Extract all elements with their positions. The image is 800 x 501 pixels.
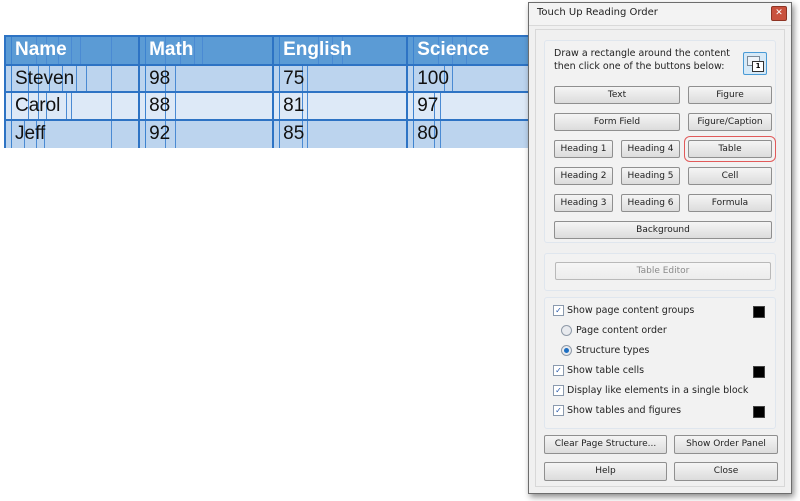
table-header-row: Name Math English Science (6, 37, 542, 64)
table-cell[interactable]: 97 (408, 93, 542, 121)
radio-unselected-icon[interactable] (561, 325, 572, 336)
tag-buttons-group: Draw a rectangle around the content then… (544, 40, 776, 243)
checkbox-checked-icon[interactable]: ✓ (553, 385, 564, 396)
show-tables-figures-option[interactable]: ✓ Show tables and figures (553, 405, 681, 416)
figure-button[interactable]: Figure (688, 86, 772, 104)
checkbox-checked-icon[interactable]: ✓ (553, 365, 564, 376)
table-cell[interactable]: 80 (408, 121, 542, 148)
touch-up-reading-order-dialog: Touch Up Reading Order ✕ Draw a rectangl… (528, 2, 792, 494)
header-cell-english[interactable]: English (274, 37, 409, 64)
page-content-groups-color-swatch[interactable] (753, 306, 765, 318)
header-cell-name[interactable]: Name (6, 37, 141, 64)
table-cell[interactable]: 92 (140, 121, 275, 148)
clear-page-structure-button[interactable]: Clear Page Structure... (544, 435, 667, 454)
close-icon[interactable]: ✕ (771, 6, 787, 21)
table-button[interactable]: Table (684, 136, 776, 162)
heading-2-button[interactable]: Heading 2 (554, 167, 613, 185)
table-row: Jeff 92 85 80 (6, 119, 542, 148)
heading-5-button[interactable]: Heading 5 (621, 167, 680, 185)
checkbox-checked-icon[interactable]: ✓ (553, 305, 564, 316)
formula-button[interactable]: Formula (688, 194, 772, 212)
header-cell-science[interactable]: Science (408, 37, 542, 64)
table-cell[interactable]: Jeff (6, 121, 141, 148)
heading-6-button[interactable]: Heading 6 (621, 194, 680, 212)
table-cells-color-swatch[interactable] (753, 366, 765, 378)
show-table-cells-option[interactable]: ✓ Show table cells (553, 365, 644, 376)
form-field-button[interactable]: Form Field (554, 113, 680, 131)
close-button[interactable]: Close (674, 462, 778, 481)
background-button[interactable]: Background (554, 221, 772, 239)
table-editor-button[interactable]: Table Editor (555, 262, 771, 280)
table-cell[interactable]: 98 (140, 66, 275, 93)
dialog-title: Touch Up Reading Order (537, 7, 658, 18)
order-number-icon: 1 (752, 61, 764, 72)
dialog-titlebar[interactable]: Touch Up Reading Order ✕ (529, 3, 791, 26)
table-editor-group: Table Editor (544, 253, 776, 291)
table-row: Carol 88 81 97 (6, 91, 542, 121)
heading-3-button[interactable]: Heading 3 (554, 194, 613, 212)
figure-caption-button[interactable]: Figure/Caption (688, 113, 772, 131)
display-like-elements-option[interactable]: ✓ Display like elements in a single bloc… (553, 385, 748, 396)
dialog-body: Draw a rectangle around the content then… (535, 29, 785, 487)
text-button[interactable]: Text (554, 86, 680, 104)
tagged-table[interactable]: Name Math English Science Steven 98 75 1… (4, 35, 544, 148)
cell-button[interactable]: Cell (688, 167, 772, 185)
show-page-content-groups-option[interactable]: ✓ Show page content groups (553, 305, 694, 316)
table-cell[interactable]: Carol (6, 93, 141, 121)
radio-selected-icon[interactable] (561, 345, 572, 356)
table-cell[interactable]: 75 (274, 66, 409, 93)
structure-types-option[interactable]: Structure types (561, 345, 649, 356)
instructions-text: Draw a rectangle around the content then… (554, 48, 730, 72)
table-row: Steven 98 75 100 (6, 64, 542, 93)
page-content-order-option[interactable]: Page content order (561, 325, 667, 336)
display-options-group: ✓ Show page content groups Page content … (544, 297, 776, 429)
show-order-panel-button[interactable]: Show Order Panel (674, 435, 778, 454)
table-cell[interactable]: 88 (140, 93, 275, 121)
reading-order-icon[interactable]: 1 (743, 52, 767, 75)
heading-1-button[interactable]: Heading 1 (554, 140, 613, 158)
table-cell[interactable]: 100 (408, 66, 542, 93)
table-cell[interactable]: 85 (274, 121, 409, 148)
help-button[interactable]: Help (544, 462, 667, 481)
header-cell-math[interactable]: Math (140, 37, 275, 64)
tables-figures-color-swatch[interactable] (753, 406, 765, 418)
checkbox-checked-icon[interactable]: ✓ (553, 405, 564, 416)
heading-4-button[interactable]: Heading 4 (621, 140, 680, 158)
table-cell[interactable]: Steven (6, 66, 141, 93)
table-cell[interactable]: 81 (274, 93, 409, 121)
